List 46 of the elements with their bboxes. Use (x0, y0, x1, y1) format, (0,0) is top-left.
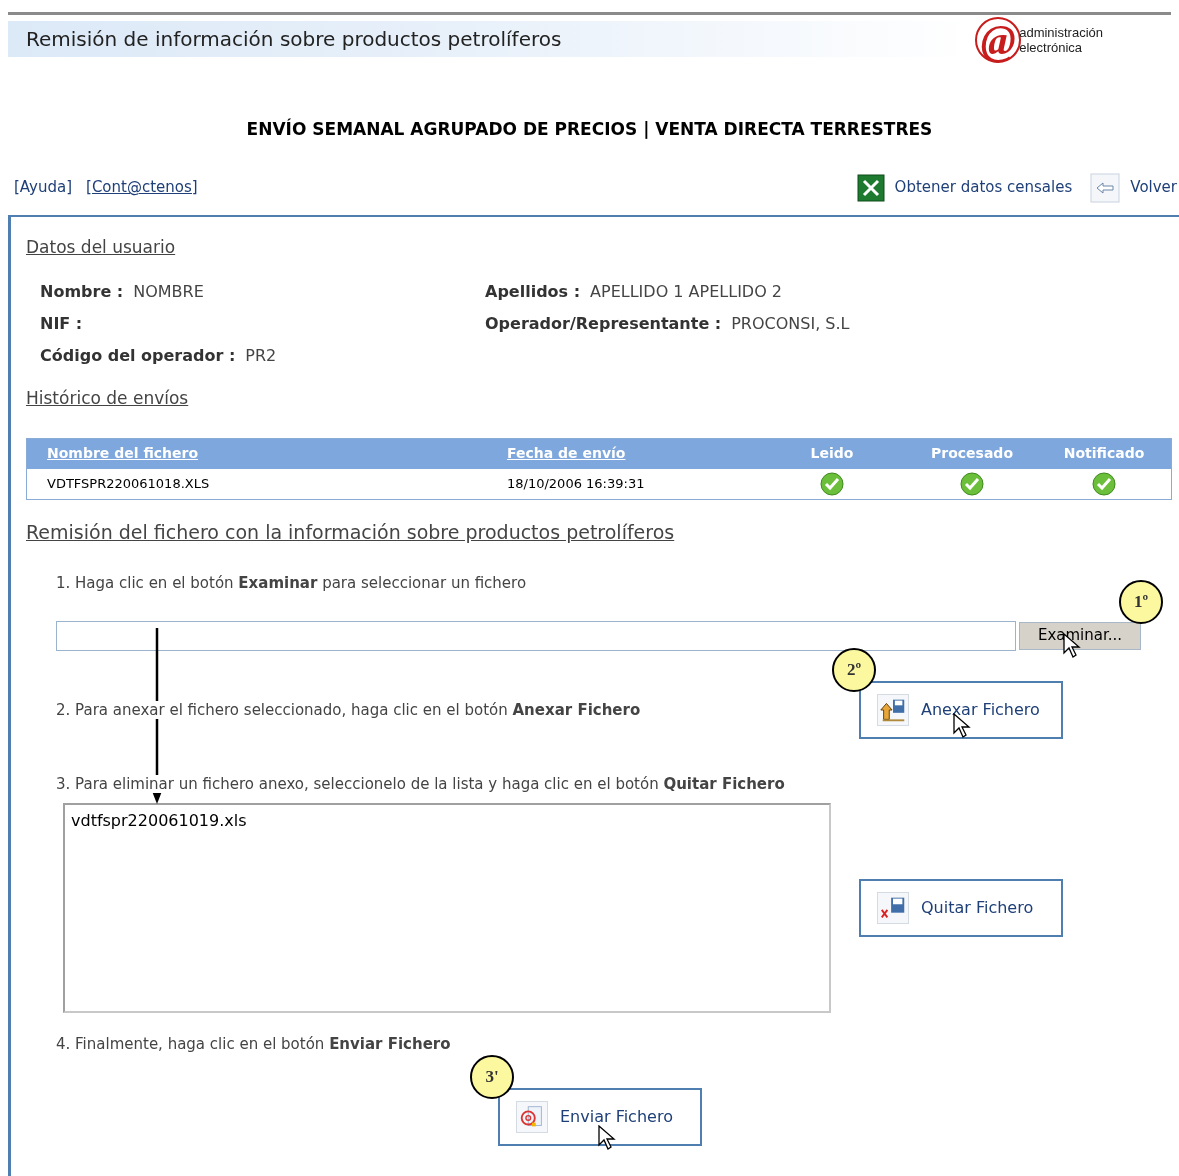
field-value: PR2 (245, 345, 277, 366)
field-value: APELLIDO 1 APELLIDO 2 (590, 281, 783, 302)
spreadsheet-icon (856, 173, 885, 202)
toolbar-link[interactable]: Obtener datos censales (894, 176, 1073, 199)
section-heading: Datos del usuario (26, 236, 176, 257)
field-label: Código del operador : (40, 345, 236, 366)
field-label: Nombre : (40, 281, 124, 302)
field-value: NOMBRE (133, 281, 204, 302)
section-heading: Remisión del fichero con la información sobre productos petrolíferos (26, 520, 675, 543)
toolbar-link[interactable]: Volver (1130, 176, 1177, 199)
remove-file-button[interactable]: Quitar Fichero (859, 879, 1063, 937)
column-header: Notificado (1063, 445, 1145, 461)
attach-file-button[interactable]: Anexar Fichero (859, 680, 1063, 739)
instruction-text: 2. Para anexar el fichero seleccionado, haga clic en el botón Anexar Fichero (56, 700, 641, 719)
send-file-button[interactable]: Enviar Fichero (498, 1087, 702, 1146)
column-header: Procesado (931, 445, 1013, 461)
file-list[interactable]: vdtfspr220061019.xls (63, 803, 831, 1013)
column-header: Leido (810, 445, 854, 461)
browse-button[interactable]: Examinar... (1019, 621, 1141, 650)
field-label: Apellidos : (485, 281, 581, 302)
email-file-icon (516, 1100, 548, 1133)
help-link[interactable]: [Ayuda] (14, 176, 73, 199)
instruction-text: 3. Para eliminar un fichero anexo, seleccionelo de la lista y haga clic en el botón Quitar Fichero (56, 774, 785, 793)
field-label: Operador/Representante : (485, 313, 722, 334)
table-cell: 18/10/2006 16:39:31 (507, 475, 645, 491)
file-path-field[interactable] (56, 620, 1016, 651)
check-icon (820, 471, 844, 496)
app-title: Remisión de información sobre productos petrolíferos (26, 26, 562, 53)
check-icon (1092, 471, 1116, 496)
field-value: PROCONSI, S.L (731, 313, 850, 334)
step-callout: 3' (470, 1055, 514, 1099)
step-callout: 2º (832, 648, 876, 692)
section-heading: Histórico de envíos (26, 388, 189, 408)
logo-text: electrónica (1019, 40, 1084, 55)
page-heading: ENVÍO SEMANAL AGRUPADO DE PRECIOS | VENTA DIRECTA TERRESTRES (246, 119, 933, 139)
step-callout: 1º (1119, 580, 1163, 624)
cursor-icon (598, 1125, 616, 1151)
instruction-text: 1. Haga clic en el botón Examinar para seleccionar un fichero (56, 574, 527, 592)
field-label: NIF : (40, 313, 83, 334)
file-list-item[interactable]: vdtfspr220061019.xls (69, 809, 825, 833)
cursor-icon (953, 713, 971, 739)
table-cell: VDTFSPR220061018.XLS (47, 475, 210, 491)
help-link[interactable]: [Cont@ctenos] (86, 176, 198, 199)
logo-text: administración (1019, 25, 1103, 40)
instruction-text: 4. Finalmente, haga clic en el botón Enviar Fichero (56, 1035, 451, 1053)
check-icon (960, 471, 984, 496)
